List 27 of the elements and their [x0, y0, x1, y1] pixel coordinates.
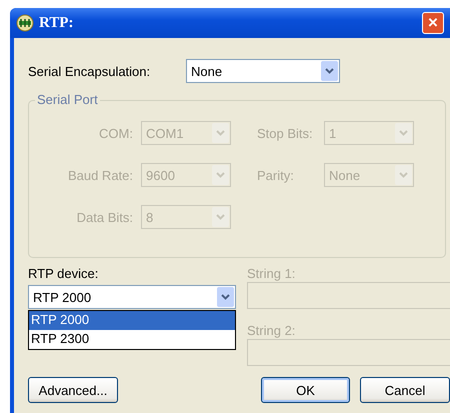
field-label: Data Bits: — [76, 210, 134, 224]
field-label: Stop Bits: — [256, 126, 314, 140]
field-label: COM: — [98, 126, 134, 140]
field-label: String 1: — [247, 266, 296, 282]
chevron-down-icon — [399, 172, 408, 178]
dropdown-option[interactable]: RTP 2300 — [29, 330, 235, 349]
chevron-down-icon — [399, 130, 408, 136]
dropdown-option[interactable]: RTP 2000 — [29, 311, 235, 330]
dialog-button[interactable]: OK — [261, 377, 350, 403]
field-label: RTP device: — [28, 266, 100, 281]
app-icon — [16, 14, 34, 32]
field-label: Parity: — [256, 168, 295, 182]
window-title: RTP: — [39, 14, 74, 32]
close-button[interactable]: × — [422, 12, 444, 34]
dialog-button[interactable]: Cancel — [360, 377, 450, 403]
chevron-down-icon — [216, 130, 225, 136]
field-label: Serial Encapsulation: — [28, 64, 152, 78]
chevron-down-icon — [216, 172, 225, 178]
field-label: Baud Rate: — [66, 168, 134, 182]
chevron-down-icon — [325, 68, 334, 74]
dialog-button[interactable]: Advanced... — [28, 377, 118, 403]
device-dropdown[interactable]: RTP 2000 — [28, 285, 236, 309]
field-label: String 2: — [247, 323, 296, 339]
group-title: Serial Port — [35, 92, 100, 107]
chevron-down-icon — [221, 294, 230, 300]
chevron-down-icon — [216, 214, 225, 220]
encapsulation-dropdown[interactable]: None — [186, 59, 340, 83]
